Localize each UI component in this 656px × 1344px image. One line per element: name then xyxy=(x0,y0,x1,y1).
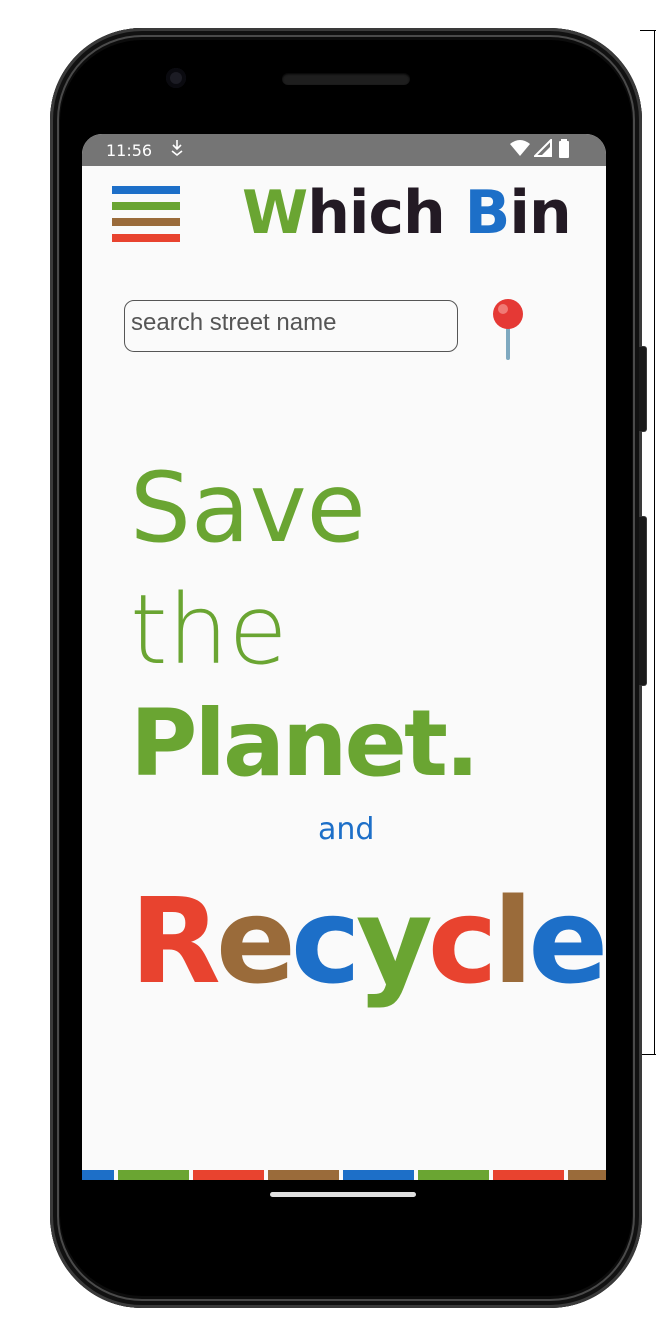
title-part: W xyxy=(242,178,308,248)
hamburger-menu-icon[interactable] xyxy=(112,186,180,242)
title-part: hich xyxy=(307,178,465,248)
recycle-letter: c xyxy=(427,872,498,1010)
cell-signal-icon xyxy=(532,137,552,161)
recycle-letter: l xyxy=(492,872,534,1010)
power-button xyxy=(639,346,647,432)
hero-the-text: the xyxy=(130,574,288,686)
hero-and-text: and xyxy=(318,812,375,847)
recycle-letter: e xyxy=(528,872,606,1010)
recycle-letter: R xyxy=(130,872,221,1010)
front-camera xyxy=(166,68,186,88)
earpiece-speaker xyxy=(282,73,410,85)
stripe-segment xyxy=(343,1170,414,1180)
search-street-input[interactable] xyxy=(124,300,458,352)
recycle-letter: e xyxy=(215,872,296,1010)
edge-guide-line xyxy=(640,30,656,31)
menu-bar xyxy=(112,218,180,226)
hero-recycle-text: Recycle xyxy=(130,872,606,1010)
stripe-segment xyxy=(568,1170,606,1180)
wifi-icon xyxy=(510,139,530,161)
stripe-segment xyxy=(193,1170,264,1180)
stripe-segment xyxy=(418,1170,489,1180)
title-part: in xyxy=(509,178,571,248)
stripe-segment xyxy=(493,1170,564,1180)
stripe-segment xyxy=(268,1170,339,1180)
hero-save-text: Save xyxy=(130,452,366,564)
menu-bar xyxy=(112,234,180,242)
battery-icon xyxy=(558,139,570,163)
title-part: B xyxy=(464,178,511,248)
edge-guide-line xyxy=(640,1054,656,1055)
download-notification-icon xyxy=(170,139,184,161)
app-screen: 11:56 Which Bin search street name Save … xyxy=(82,134,606,1180)
stripe-segment xyxy=(118,1170,189,1180)
app-title: Which Bin xyxy=(242,178,582,248)
color-stripe-footer xyxy=(82,1170,606,1180)
stage: 11:56 Which Bin search street name Save … xyxy=(0,0,656,1344)
menu-bar xyxy=(112,202,180,210)
home-gesture-bar[interactable] xyxy=(270,1192,416,1197)
menu-bar xyxy=(112,186,180,194)
recycle-letter: c xyxy=(290,872,361,1010)
status-bar: 11:56 xyxy=(82,134,606,166)
stripe-segment xyxy=(82,1170,114,1180)
volume-button xyxy=(639,516,647,686)
map-pin-icon[interactable] xyxy=(488,298,528,362)
recycle-letter: y xyxy=(355,872,433,1010)
hero-planet-text: Planet. xyxy=(130,690,480,797)
edge-guide-line xyxy=(654,30,655,1055)
status-time: 11:56 xyxy=(106,141,153,160)
